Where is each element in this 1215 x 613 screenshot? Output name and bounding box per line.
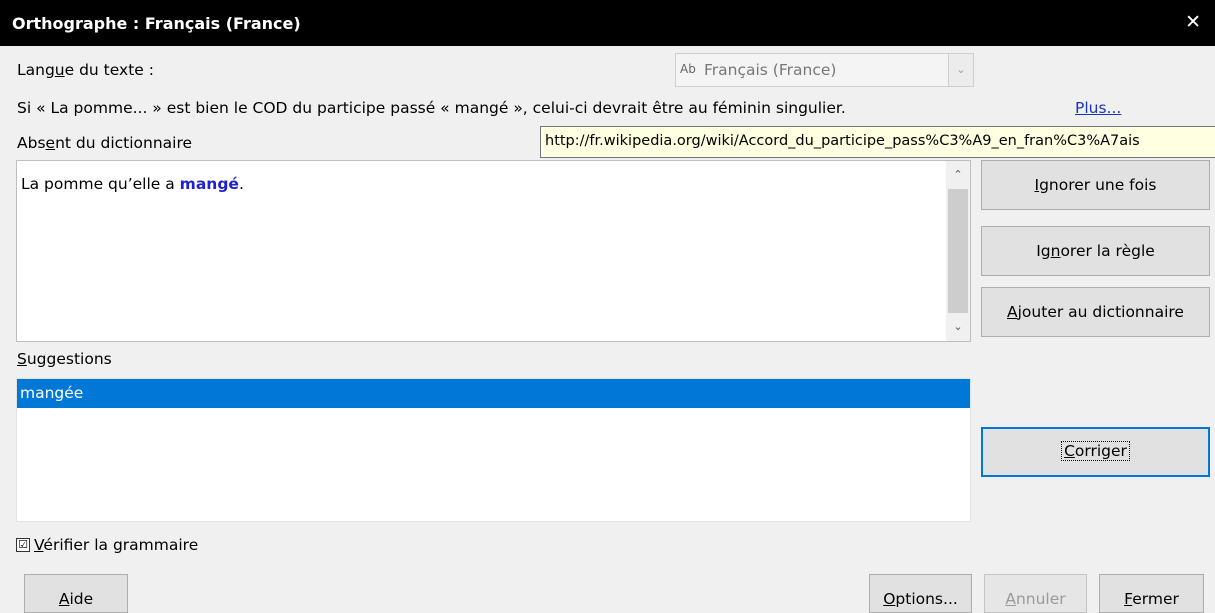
url-tooltip: http://fr.wikipedia.org/wiki/Accord_du_p… <box>540 126 1215 158</box>
more-link[interactable]: Plus... <box>1075 99 1121 117</box>
options-button[interactable]: Options... <box>869 574 972 613</box>
language-value: Français (France) <box>704 61 837 79</box>
ignore-once-button[interactable]: Ignorer une fois <box>981 160 1210 210</box>
close-icon[interactable]: ✕ <box>1185 11 1201 33</box>
check-grammar-label[interactable]: Vérifier la grammaire <box>34 536 198 554</box>
undo-button: Annuler <box>984 574 1087 613</box>
scroll-up-icon[interactable]: ⌃ <box>946 163 970 187</box>
correct-button[interactable]: Corriger <box>981 427 1210 477</box>
absent-label: Absent du dictionnaire <box>17 134 193 152</box>
scroll-thumb[interactable] <box>948 189 968 313</box>
help-button[interactable]: Aide <box>24 574 128 613</box>
chevron-down-icon[interactable]: ⌄ <box>948 54 973 86</box>
grammar-message: Si « La pomme... » est bien le COD du pa… <box>17 99 846 117</box>
window-title: Orthographe : Français (France) <box>12 14 301 33</box>
suggestion-item[interactable]: mangée <box>17 379 970 408</box>
language-select[interactable]: Ab Français (France) ⌄ <box>675 53 974 87</box>
sentence-text: La pomme qu’elle a mangé. <box>21 175 244 193</box>
language-spell-icon: Ab <box>680 62 696 76</box>
close-button[interactable]: Fermer <box>1099 574 1204 613</box>
scroll-down-icon[interactable]: ⌄ <box>946 315 970 339</box>
check-grammar-checkbox[interactable]: ☑ <box>16 538 30 552</box>
language-label: Langue du texte : <box>17 61 154 79</box>
vertical-scrollbar[interactable]: ⌃ ⌄ <box>946 161 970 341</box>
suggestions-label: Suggestions <box>17 350 112 368</box>
sentence-textbox[interactable]: La pomme qu’elle a mangé. ⌃ ⌄ <box>16 160 971 342</box>
add-to-dictionary-button[interactable]: Ajouter au dictionnaire <box>981 287 1210 337</box>
title-bar: Orthographe : Français (France) ✕ <box>0 0 1215 46</box>
error-word: mangé <box>179 175 239 193</box>
suggestions-list[interactable]: mangée <box>16 378 971 522</box>
ignore-rule-button[interactable]: Ignorer la règle <box>981 226 1210 276</box>
